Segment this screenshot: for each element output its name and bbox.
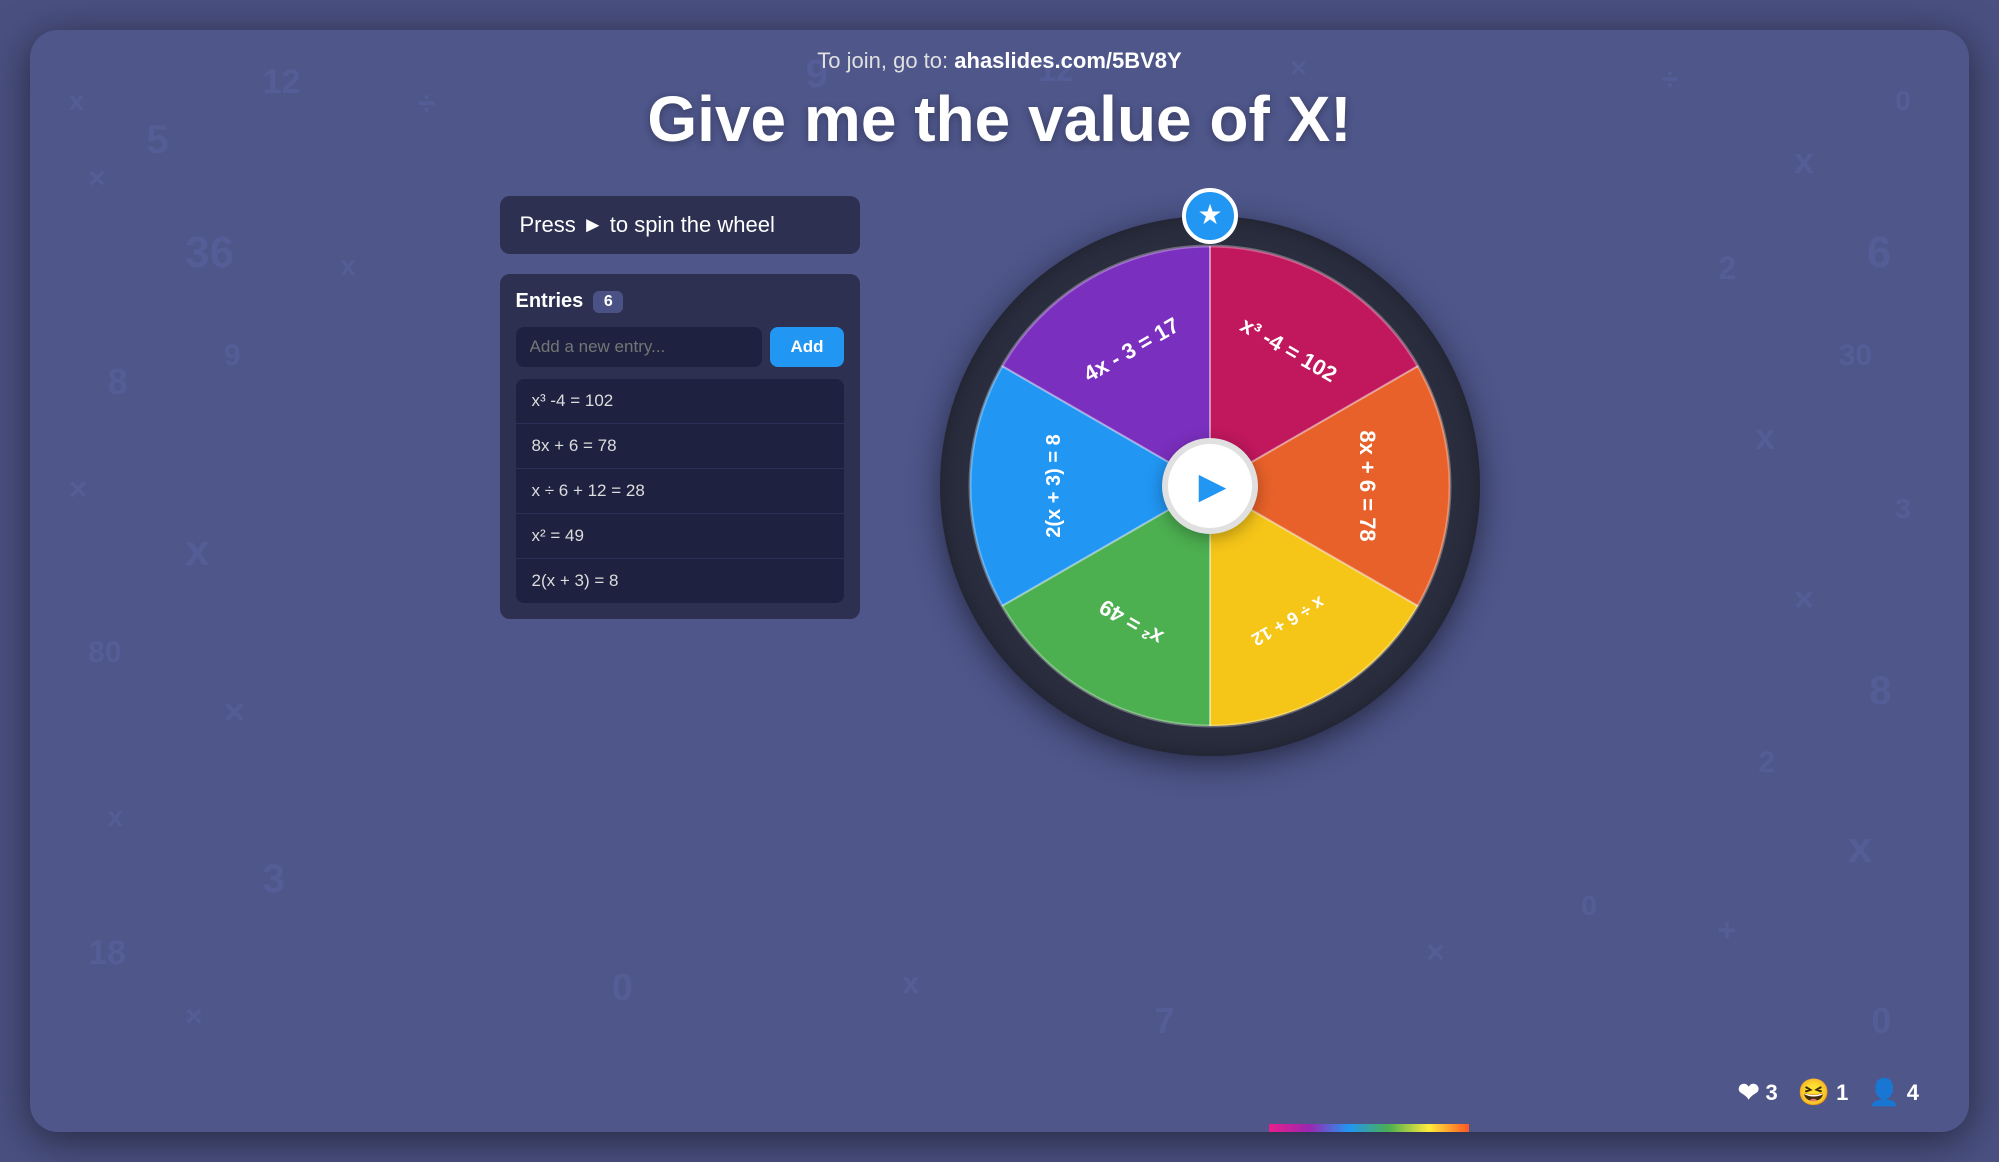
bg-symbol: x [903, 967, 920, 1001]
bg-symbol: 0 [612, 967, 633, 1010]
user-stat: 👤 4 [1868, 1077, 1919, 1108]
laugh-stat: 😆 1 [1798, 1077, 1849, 1108]
join-text: To join, go to: ahaslides.com/5BV8Y [50, 48, 1949, 74]
heart-stat: ❤ 3 [1738, 1077, 1778, 1108]
laugh-icon: 😆 [1798, 1077, 1830, 1108]
bg-symbol: 0 [1871, 1000, 1891, 1042]
bg-symbol: 3 [263, 857, 285, 902]
page-title: Give me the value of X! [50, 82, 1949, 156]
list-item: 2(x + 3) = 8 [516, 559, 844, 603]
entry-input-wrap: 25 [516, 327, 763, 367]
entries-panel: Entries 6 25 Add x³ -4 = 102 8x + 6 = 78… [500, 274, 860, 619]
laugh-count: 1 [1836, 1080, 1848, 1106]
svg-text:2(x + 3) = 8: 2(x + 3) = 8 [1043, 434, 1065, 537]
bg-symbol: x [108, 801, 124, 833]
bg-symbol: × [1426, 934, 1445, 971]
user-count: 4 [1907, 1080, 1919, 1106]
add-row: 25 Add [516, 327, 844, 367]
spin-center-button[interactable]: ▶ [1162, 438, 1258, 534]
footer-stats: ❤ 3 😆 1 👤 4 [1738, 1077, 1919, 1108]
entries-count: 6 [593, 291, 623, 313]
rainbow-bar [1269, 1124, 1469, 1132]
list-item: x² = 49 [516, 514, 844, 559]
wheel-pointer: ★ [1180, 186, 1240, 246]
svg-text:8x + 6 = 78: 8x + 6 = 78 [1355, 430, 1380, 541]
spin-bar-text: Press ► to spin the wheel [520, 212, 775, 238]
play-icon: ▶ [1199, 465, 1227, 507]
entries-header: Entries 6 [516, 290, 844, 313]
heart-count: 3 [1766, 1080, 1778, 1106]
entries-label: Entries [516, 290, 584, 313]
svg-text:★: ★ [1197, 199, 1222, 230]
header: To join, go to: ahaslides.com/5BV8Y Give… [30, 30, 1969, 156]
join-url: ahaslides.com/5BV8Y [954, 48, 1181, 73]
spin-bar: Press ► to spin the wheel [500, 196, 860, 254]
add-button[interactable]: Add [770, 327, 843, 367]
heart-icon: ❤ [1738, 1077, 1760, 1108]
bg-symbol: 7 [1155, 1000, 1175, 1042]
bg-symbol: 18 [88, 934, 126, 973]
list-item: x³ -4 = 102 [516, 379, 844, 424]
list-item: x ÷ 6 + 12 = 28 [516, 469, 844, 514]
bg-symbol: x [1848, 823, 1872, 873]
list-item: 8x + 6 = 78 [516, 424, 844, 469]
entry-input[interactable] [516, 327, 763, 367]
bg-symbol: + [1718, 912, 1737, 949]
user-icon: 👤 [1868, 1077, 1900, 1108]
left-panel: Press ► to spin the wheel Entries 6 25 A… [500, 196, 860, 619]
content-area: Press ► to spin the wheel Entries 6 25 A… [30, 176, 1969, 796]
bg-symbol: 0 [1581, 890, 1597, 922]
entries-list: x³ -4 = 102 8x + 6 = 78 x ÷ 6 + 12 = 28 … [516, 379, 844, 603]
bg-symbol: × [185, 1000, 203, 1034]
wheel-container: ★ [920, 196, 1500, 776]
